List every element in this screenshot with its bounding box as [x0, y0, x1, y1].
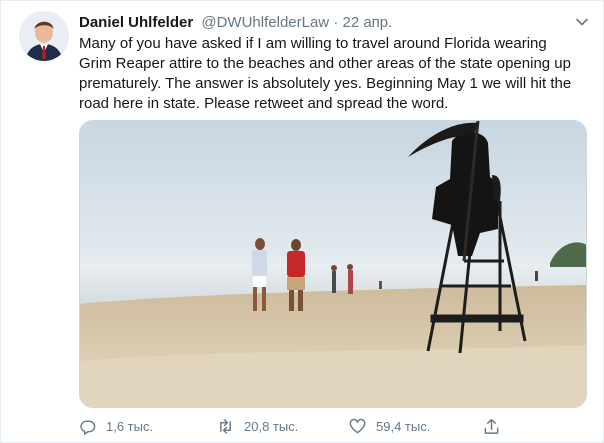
- reply-button[interactable]: 1,6 тыс.: [79, 415, 153, 437]
- heart-icon: [349, 418, 366, 433]
- chevron-down-icon[interactable]: [573, 13, 591, 31]
- tweet-actions: 1,6 тыс. 20,8 тыс. 59,4 тыс.: [79, 415, 599, 437]
- reply-icon: [80, 420, 96, 435]
- share-button[interactable]: [483, 415, 500, 437]
- retweet-button[interactable]: 20,8 тыс.: [217, 415, 298, 437]
- tweet-card[interactable]: Daniel Uhlfelder @DWUhlfelderLaw · 22 ап…: [0, 0, 604, 443]
- tweet-date[interactable]: 22 апр.: [342, 14, 392, 31]
- author-handle[interactable]: @DWUhlfelderLaw: [201, 14, 329, 31]
- retweet-count: 20,8 тыс.: [244, 418, 299, 434]
- author-name[interactable]: Daniel Uhlfelder: [79, 14, 193, 31]
- like-count: 59,4 тыс.: [376, 418, 431, 434]
- share-icon: [484, 418, 499, 434]
- tweet-text: Many of you have asked if I am willing t…: [79, 35, 572, 112]
- retweet-icon: [220, 418, 231, 434]
- like-button[interactable]: 59,4 тыс.: [349, 415, 430, 437]
- separator-dot: ·: [333, 14, 339, 31]
- avatar[interactable]: [19, 11, 69, 61]
- tweet-photo[interactable]: [79, 120, 587, 408]
- tweet-header: Daniel Uhlfelder @DWUhlfelderLaw · 22 ап…: [79, 13, 563, 33]
- reply-count: 1,6 тыс.: [106, 418, 154, 434]
